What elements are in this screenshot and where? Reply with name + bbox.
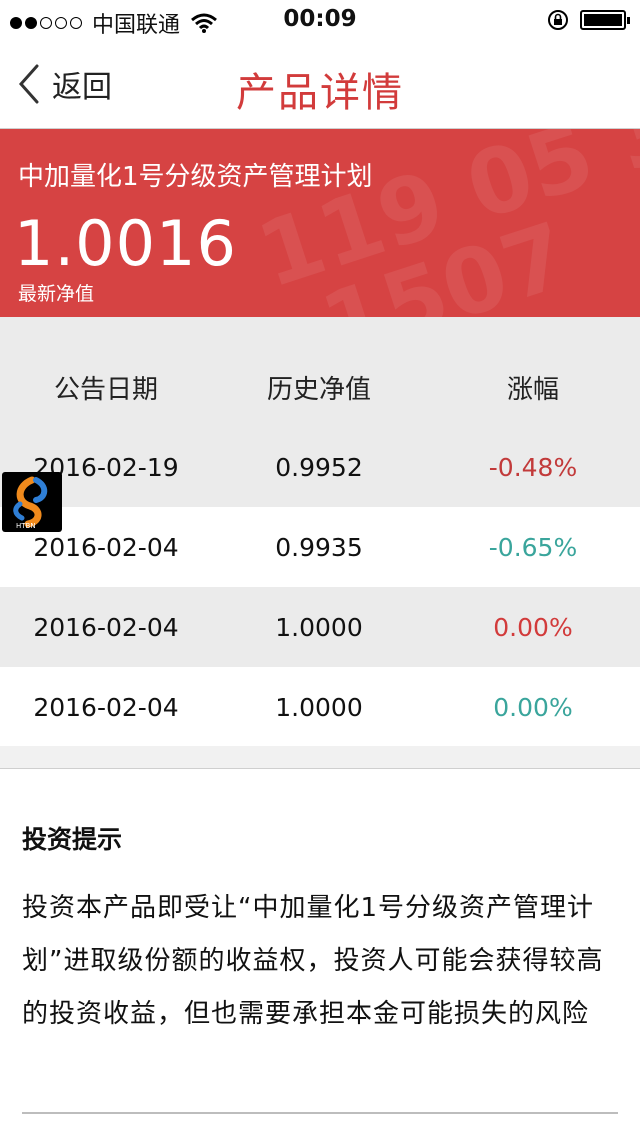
bottom-divider bbox=[22, 1112, 618, 1114]
status-right bbox=[546, 8, 630, 32]
row-date: 2016-02-04 bbox=[33, 613, 179, 642]
rotation-lock-icon bbox=[548, 10, 568, 30]
row-change: -0.65% bbox=[488, 533, 578, 562]
header-date: 公告日期 bbox=[53, 375, 158, 405]
latest-nav-value: 1.0016 bbox=[14, 207, 237, 280]
row-change: 0.00% bbox=[493, 693, 573, 722]
tips-title: 投资提示 bbox=[22, 825, 123, 854]
row-nav: 0.9952 bbox=[275, 453, 363, 482]
row-change: 0.00% bbox=[493, 613, 573, 642]
product-hero: 119 05 32 1507 中加量化1号分级资产管理计划 1.0016 最新净… bbox=[0, 129, 640, 317]
floating-logo-icon[interactable]: HTBN bbox=[2, 472, 62, 532]
row-nav: 1.0000 bbox=[275, 693, 363, 722]
product-name: 中加量化1号分级资产管理计划 bbox=[18, 162, 373, 192]
row-date: 2016-02-04 bbox=[33, 693, 179, 722]
row-nav: 0.9935 bbox=[275, 533, 363, 562]
latest-nav-label: 最新净值 bbox=[18, 283, 95, 305]
table-row: 2016-02-04 1.0000 0.00% bbox=[0, 667, 640, 747]
row-date: 2016-02-04 bbox=[33, 533, 179, 562]
row-change: -0.48% bbox=[488, 453, 578, 482]
header-change: 涨幅 bbox=[506, 375, 559, 405]
battery-icon bbox=[580, 10, 630, 30]
status-bar: 中国联通 00:09 bbox=[0, 0, 640, 40]
page-title: 产品详情 bbox=[236, 70, 404, 116]
table-row: 2016-02-04 1.0000 0.00% bbox=[0, 587, 640, 667]
tips-text: 投资本产品即受让“中加量化1号分级资产管理计划”进取级份额的收益权，投资人可能会… bbox=[22, 893, 604, 1029]
overlay-logo-text: HTBN bbox=[16, 522, 36, 530]
status-time: 00:09 bbox=[283, 6, 357, 32]
header-nav: 历史净值 bbox=[266, 375, 371, 405]
section-divider bbox=[0, 746, 640, 769]
nav-history-header: 公告日期 历史净值 涨幅 bbox=[0, 317, 640, 427]
row-nav: 1.0000 bbox=[275, 613, 363, 642]
table-row: 2016-02-19 0.9952 -0.48% bbox=[0, 427, 640, 507]
table-row: 2016-02-04 0.9935 -0.65% bbox=[0, 507, 640, 587]
nav-bar: 返回 产品详情 bbox=[0, 40, 640, 129]
